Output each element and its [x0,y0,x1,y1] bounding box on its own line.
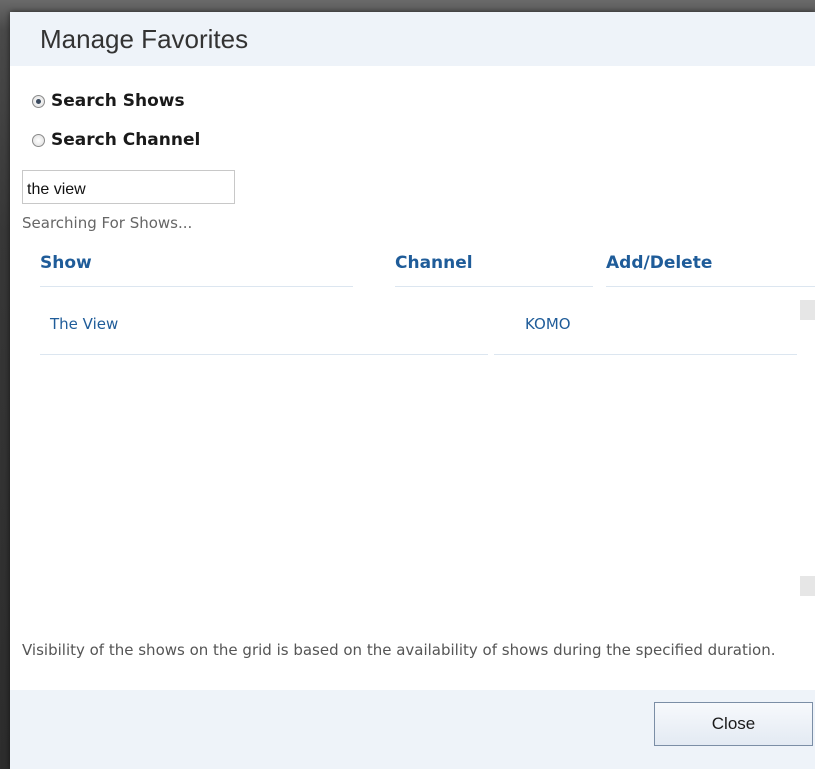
search-shows-label: Search Shows [51,91,185,111]
channel-cell: KOMO [525,315,571,333]
search-status: Searching For Shows... [22,214,193,232]
close-button[interactable]: Close [654,702,813,746]
search-shows-radio[interactable] [32,94,45,108]
search-channel-radio[interactable] [32,133,45,147]
dialog-titlebar: Manage Favorites [10,12,815,66]
column-header-add-delete: Add/Delete [606,253,713,273]
column-header-channel: Channel [395,253,473,273]
search-channel-option[interactable]: Search Channel [32,129,200,151]
search-channel-label: Search Channel [51,130,201,150]
manage-favorites-dialog: Manage Favorites Search Shows Search Cha… [10,12,815,769]
dialog-footer: Close [10,690,815,769]
header-divider [606,286,815,287]
show-link[interactable]: The View [50,315,118,333]
header-divider [40,286,353,287]
dialog-title: Manage Favorites [40,24,249,54]
row-divider [494,354,797,355]
header-divider [395,286,593,287]
visibility-note: Visibility of the shows on the grid is b… [22,641,776,659]
column-header-show: Show [40,253,92,273]
search-input[interactable] [22,170,235,204]
scroll-down-button[interactable] [800,576,815,596]
row-divider [40,354,488,355]
scroll-up-button[interactable] [800,300,815,320]
search-shows-option[interactable]: Search Shows [32,90,185,112]
